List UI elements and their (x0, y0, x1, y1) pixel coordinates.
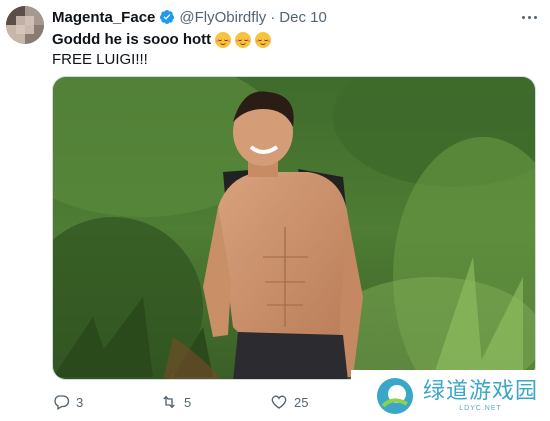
tweet-date[interactable]: Dec 10 (279, 9, 327, 26)
tweet-text-line2: FREE LUIGI!!! (52, 51, 148, 68)
tweet-header: Magenta_Face @FlyObirdfly · Dec 10 (52, 6, 327, 28)
more-options-icon[interactable] (518, 8, 540, 26)
author-avatar[interactable] (6, 6, 44, 44)
reply-icon (54, 395, 70, 410)
tweet-photo[interactable] (52, 76, 536, 380)
heart-icon (271, 395, 287, 409)
watermark-site: LDYC.NET (459, 405, 502, 412)
repost-count: 5 (184, 394, 192, 410)
tweet-text: Goddd he is sooo hott FREE LUIGI!!! (52, 30, 272, 70)
verified-badge-icon (160, 10, 175, 24)
relieved-face-emoji-icon (215, 32, 232, 48)
reply-count: 3 (76, 394, 84, 410)
tweet-text-line1: Goddd he is sooo hott (52, 31, 212, 48)
relieved-face-emoji-icon (255, 32, 272, 48)
author-handle[interactable]: @FlyObirdfly (179, 9, 266, 26)
repost-icon (163, 395, 175, 409)
relieved-face-emoji-icon (235, 32, 252, 48)
author-display-name[interactable]: Magenta_Face (52, 9, 155, 26)
reply-button[interactable]: 3 (52, 393, 83, 411)
repost-button[interactable]: 5 (160, 393, 191, 411)
watermark-brand: 绿道游戏园 (423, 378, 539, 403)
header-separator: · (270, 8, 276, 26)
photo-illustration (53, 77, 535, 379)
watermark: 绿道游戏园 LDYC.NET (351, 370, 550, 421)
watermark-logo-icon (377, 377, 413, 414)
like-count: 25 (294, 394, 309, 410)
like-button[interactable]: 25 (270, 393, 308, 411)
